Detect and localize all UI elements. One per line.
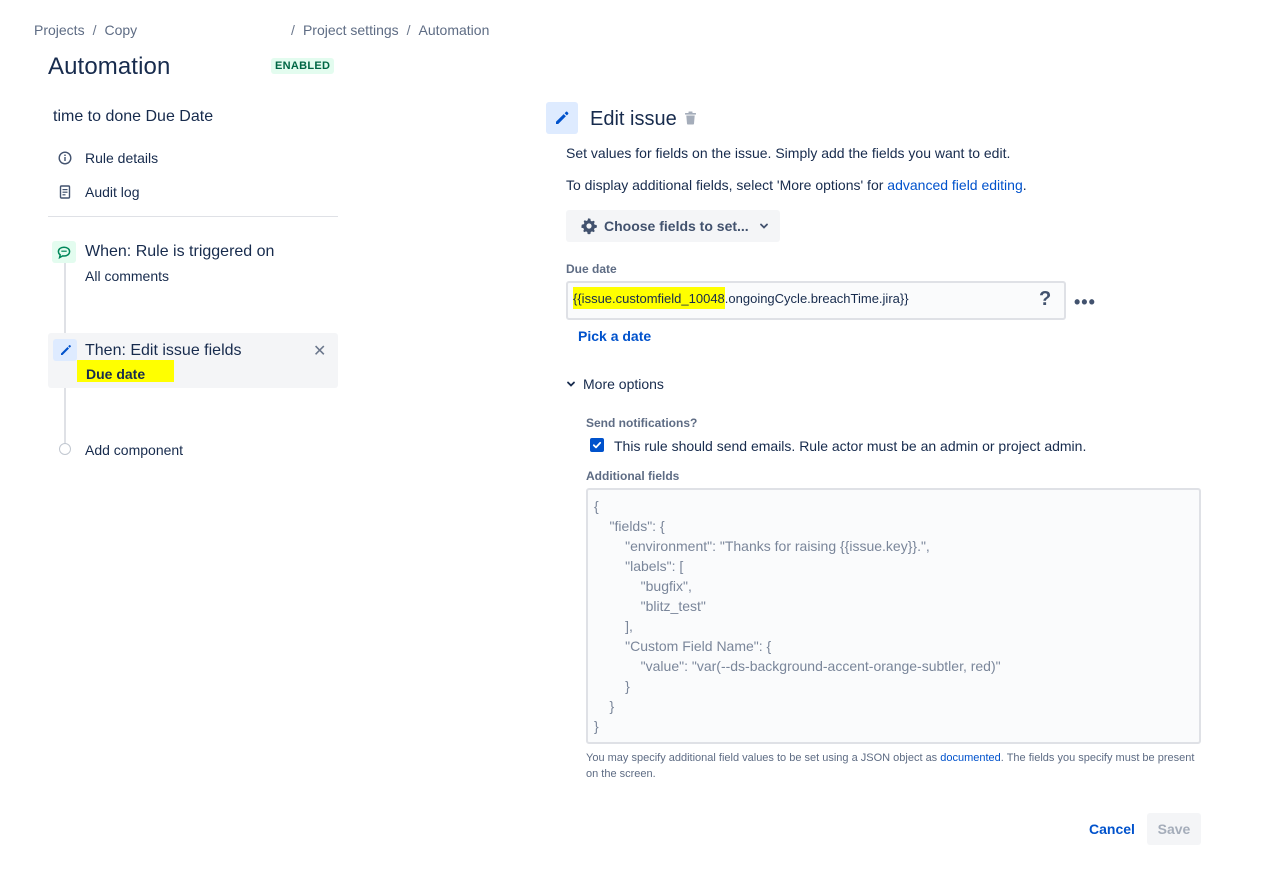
save-button[interactable]: Save <box>1147 813 1201 845</box>
more-options-label: More options <box>583 376 664 392</box>
breadcrumb-projects[interactable]: Projects <box>34 22 85 38</box>
editor-more-info: To display additional fields, select 'Mo… <box>566 177 1027 193</box>
action-subtitle-highlighted: Due date <box>77 360 174 382</box>
more-info-suffix: . <box>1022 177 1027 193</box>
breadcrumb-project-settings[interactable]: Project settings <box>303 22 399 38</box>
action-title: Then: Edit issue fields <box>85 342 242 359</box>
json-line: } <box>594 698 615 714</box>
rule-name: time to done Due Date <box>53 108 214 125</box>
additional-fields-textarea[interactable]: { "fields": { "environment": "Thanks for… <box>586 488 1201 744</box>
help-icon[interactable]: ? <box>1039 288 1051 311</box>
pencil-icon <box>53 339 77 361</box>
json-line: "fields": { <box>594 518 665 534</box>
breadcrumb-separator: / <box>92 22 97 38</box>
breadcrumb-automation[interactable]: Automation <box>419 22 490 38</box>
choose-fields-label: Choose fields to set... <box>604 218 749 234</box>
due-date-value-highlighted: {{issue.customfield_10048 <box>573 287 725 309</box>
page-title: Automation <box>48 53 171 80</box>
more-options-toggle[interactable]: More options <box>566 376 664 392</box>
send-notifications-checkbox[interactable] <box>590 438 604 452</box>
trigger-subtitle: All comments <box>85 268 170 284</box>
additional-fields-label: Additional fields <box>586 469 680 483</box>
json-line: } <box>594 718 599 734</box>
json-line: "labels": [ <box>594 558 684 574</box>
choose-fields-button[interactable]: Choose fields to set... <box>566 210 780 242</box>
due-date-value-rest: .ongoingCycle.breachTime.jira}} <box>724 291 909 306</box>
status-badge: ENABLED <box>271 58 335 74</box>
rule-details-link[interactable]: Rule details <box>58 150 158 166</box>
editor-description: Set values for fields on the issue. Simp… <box>566 145 1011 161</box>
json-line: ], <box>594 618 633 634</box>
audit-log-label: Audit log <box>85 184 140 200</box>
json-line: "value": "var(--ds-background-accent-ora… <box>594 658 1001 674</box>
breadcrumb: Projects / Copy / Project settings / Automati… <box>34 22 489 38</box>
advanced-field-editing-link[interactable]: advanced field editing <box>887 177 1022 193</box>
add-component-button[interactable]: Add component <box>85 442 183 458</box>
json-line: { <box>594 498 599 514</box>
close-icon[interactable]: ✕ <box>313 341 326 361</box>
more-info-text: To display additional fields, select 'Mo… <box>566 177 888 193</box>
json-line: "bugfix", <box>594 578 692 594</box>
json-line: "blitz_test" <box>594 598 706 614</box>
pencil-icon <box>546 102 578 134</box>
document-icon <box>58 185 72 199</box>
send-notifications-text: This rule should send emails. Rule actor… <box>614 438 1087 454</box>
checkmark-icon <box>592 441 602 449</box>
editor-title: Edit issue <box>590 108 677 130</box>
help-text: You may specify additional field values … <box>586 752 941 764</box>
breadcrumb-separator: / <box>291 22 295 38</box>
breadcrumb-copy[interactable]: Copy <box>104 22 137 38</box>
due-date-label: Due date <box>566 262 617 276</box>
json-line: } <box>594 678 630 694</box>
documented-link[interactable]: documented <box>940 752 1001 764</box>
audit-log-link[interactable]: Audit log <box>58 184 139 200</box>
more-actions-icon[interactable]: ••• <box>1074 292 1096 313</box>
send-notifications-label: Send notifications? <box>586 416 698 430</box>
json-line: "environment": "Thanks for raising {{iss… <box>594 538 930 554</box>
chevron-down-icon <box>566 379 576 389</box>
additional-fields-help: You may specify additional field values … <box>586 750 1206 782</box>
gear-icon <box>580 217 598 235</box>
trash-icon[interactable] <box>684 111 697 130</box>
breadcrumb-separator: / <box>406 22 411 38</box>
pick-a-date-link[interactable]: Pick a date <box>578 328 651 344</box>
add-component-dot <box>59 443 71 455</box>
comment-icon <box>52 241 76 263</box>
chevron-down-icon <box>759 221 769 231</box>
json-line: "Custom Field Name": { <box>594 638 772 654</box>
trigger-title[interactable]: When: Rule is triggered on <box>85 243 274 261</box>
sidebar-divider <box>48 216 338 217</box>
cancel-button[interactable]: Cancel <box>1089 821 1135 837</box>
rule-details-label: Rule details <box>85 150 159 166</box>
info-icon <box>58 151 72 165</box>
due-date-value: {{issue.customfield_10048.ongoingCycle.b… <box>573 287 909 309</box>
